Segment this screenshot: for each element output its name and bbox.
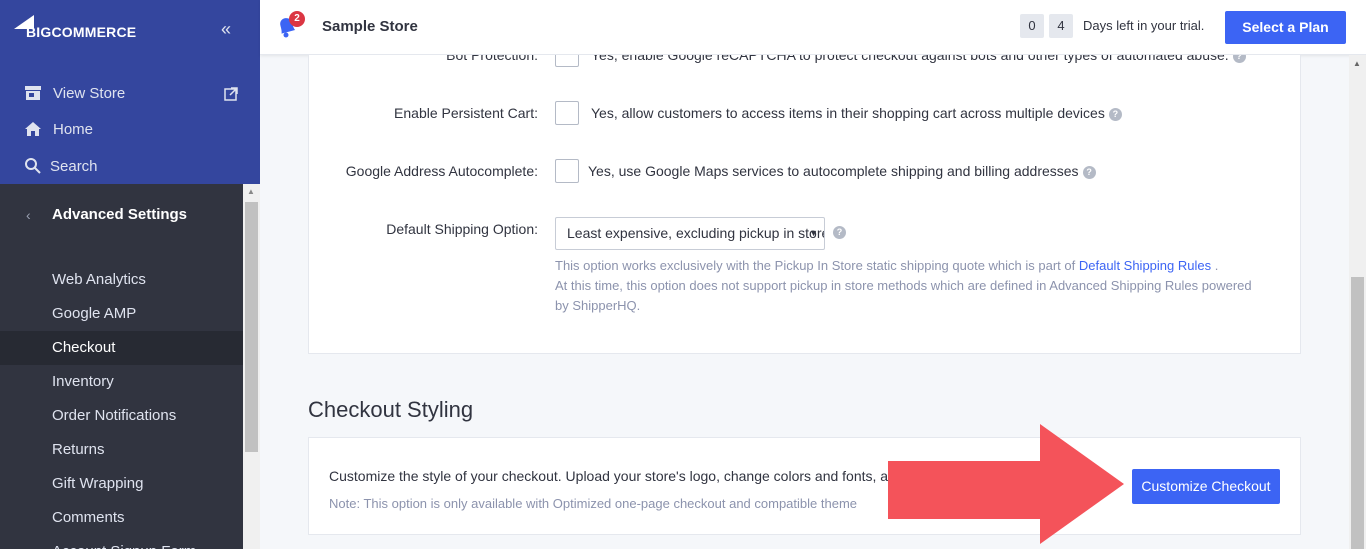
home-icon: [24, 120, 42, 138]
address-autocomplete-label: Google Address Autocomplete:: [345, 163, 538, 179]
persistent-cart-option: Yes, allow customers to access items in …: [591, 105, 1122, 121]
collapse-sidebar-button[interactable]: «: [221, 19, 231, 39]
bot-protection-checkbox[interactable]: [555, 55, 579, 67]
trial-days-digit: 4: [1049, 14, 1073, 38]
sidebar-item-inventory[interactable]: Inventory: [0, 365, 243, 399]
sidebar-item-comments[interactable]: Comments: [0, 501, 243, 535]
note-text: At this time, this option does not suppo…: [555, 278, 1252, 313]
select-plan-button[interactable]: Select a Plan: [1225, 11, 1346, 44]
sidebar-item-account-signup-form[interactable]: Account Signup Form: [0, 535, 243, 549]
help-icon[interactable]: ?: [1108, 107, 1122, 121]
help-icon[interactable]: ?: [833, 226, 846, 239]
trial-text: Days left in your trial.: [1083, 18, 1205, 33]
default-shipping-select[interactable]: Least expensive, excluding pickup in sto…: [555, 217, 825, 250]
help-icon[interactable]: ?: [1082, 165, 1096, 179]
main-scroll-thumb[interactable]: [1351, 277, 1364, 549]
top-header: 2 Sample Store 0 4 Days left in your tri…: [260, 0, 1366, 55]
back-chevron-icon[interactable]: ‹: [26, 207, 31, 223]
sidebar-item-checkout[interactable]: Checkout: [0, 331, 243, 365]
storefront-icon: [24, 84, 42, 102]
bot-protection-text: Yes, enable Google reCAPTCHA to protect …: [591, 55, 1229, 63]
sidebar-scrollbar[interactable]: ▲: [243, 184, 260, 549]
brand-name: BIGCOMMERCE: [26, 24, 137, 40]
scroll-up-icon[interactable]: ▲: [1353, 59, 1361, 68]
sidebar-scroll-thumb[interactable]: [245, 202, 258, 452]
sidebar-item-order-notifications[interactable]: Order Notifications: [0, 399, 243, 433]
checkout-settings-card: Bot Protection: Yes, enable Google reCAP…: [308, 55, 1301, 354]
section-title: Advanced Settings: [52, 206, 188, 223]
persistent-cart-label: Enable Persistent Cart:: [394, 105, 538, 121]
scroll-up-icon[interactable]: ▲: [247, 187, 255, 196]
note-text: .: [1211, 258, 1219, 273]
persistent-cart-text: Yes, allow customers to access items in …: [591, 105, 1105, 121]
home-link[interactable]: Home: [24, 117, 93, 141]
checkout-styling-note: Note: This option is only available with…: [329, 496, 858, 511]
external-link-icon[interactable]: [224, 87, 238, 101]
trial-days-digit: 0: [1020, 14, 1044, 38]
main-scrollbar[interactable]: ▲: [1349, 55, 1366, 549]
address-autocomplete-checkbox[interactable]: [555, 159, 579, 183]
sidebar-item-returns[interactable]: Returns: [0, 433, 243, 467]
address-autocomplete-option: Yes, use Google Maps services to autocom…: [588, 163, 1096, 179]
sidebar-item-google-amp[interactable]: Google AMP: [0, 297, 243, 331]
notification-count-badge: 2: [289, 11, 305, 27]
sidebar-item-gift-wrapping[interactable]: Gift Wrapping: [0, 467, 243, 501]
customize-checkout-button[interactable]: Customize Checkout: [1132, 469, 1280, 504]
bot-protection-option: Yes, enable Google reCAPTCHA to protect …: [591, 55, 1246, 63]
checkout-styling-description: Customize the style of your checkout. Up…: [329, 468, 889, 484]
help-icon[interactable]: ?: [1232, 55, 1246, 63]
default-shipping-value: Least expensive, excluding pickup in sto…: [567, 225, 825, 241]
default-shipping-note: This option works exclusively with the P…: [555, 256, 1265, 316]
bot-protection-label: Bot Protection:: [446, 55, 538, 63]
view-store-link[interactable]: View Store: [24, 81, 125, 105]
checkout-styling-title: Checkout Styling: [308, 397, 474, 422]
pointer-arrow-icon: [888, 424, 1124, 544]
main-content: Bot Protection: Yes, enable Google reCAP…: [260, 55, 1349, 549]
home-label: Home: [53, 120, 94, 138]
view-store-label: View Store: [53, 84, 126, 102]
search-label: Search: [50, 157, 98, 175]
sidebar: BIGCOMMERCE « View Store Home Search ‹ A…: [0, 0, 260, 549]
sidebar-item-web-analytics[interactable]: Web Analytics: [0, 263, 243, 297]
address-autocomplete-text: Yes, use Google Maps services to autocom…: [588, 163, 1079, 179]
default-shipping-rules-link[interactable]: Default Shipping Rules: [1079, 258, 1211, 273]
persistent-cart-checkbox[interactable]: [555, 101, 579, 125]
checkout-styling-card: Customize the style of your checkout. Up…: [308, 437, 1301, 535]
note-text: This option works exclusively with the P…: [555, 258, 1079, 273]
bigcommerce-logo[interactable]: BIGCOMMERCE: [14, 15, 154, 45]
store-name[interactable]: Sample Store: [322, 18, 418, 35]
search-link[interactable]: Search: [24, 154, 98, 178]
default-shipping-label: Default Shipping Option:: [386, 221, 538, 237]
sidebar-header: BIGCOMMERCE « View Store Home Search: [0, 0, 260, 184]
dropdown-caret-icon: ▼: [809, 228, 818, 238]
search-icon: [24, 157, 42, 175]
